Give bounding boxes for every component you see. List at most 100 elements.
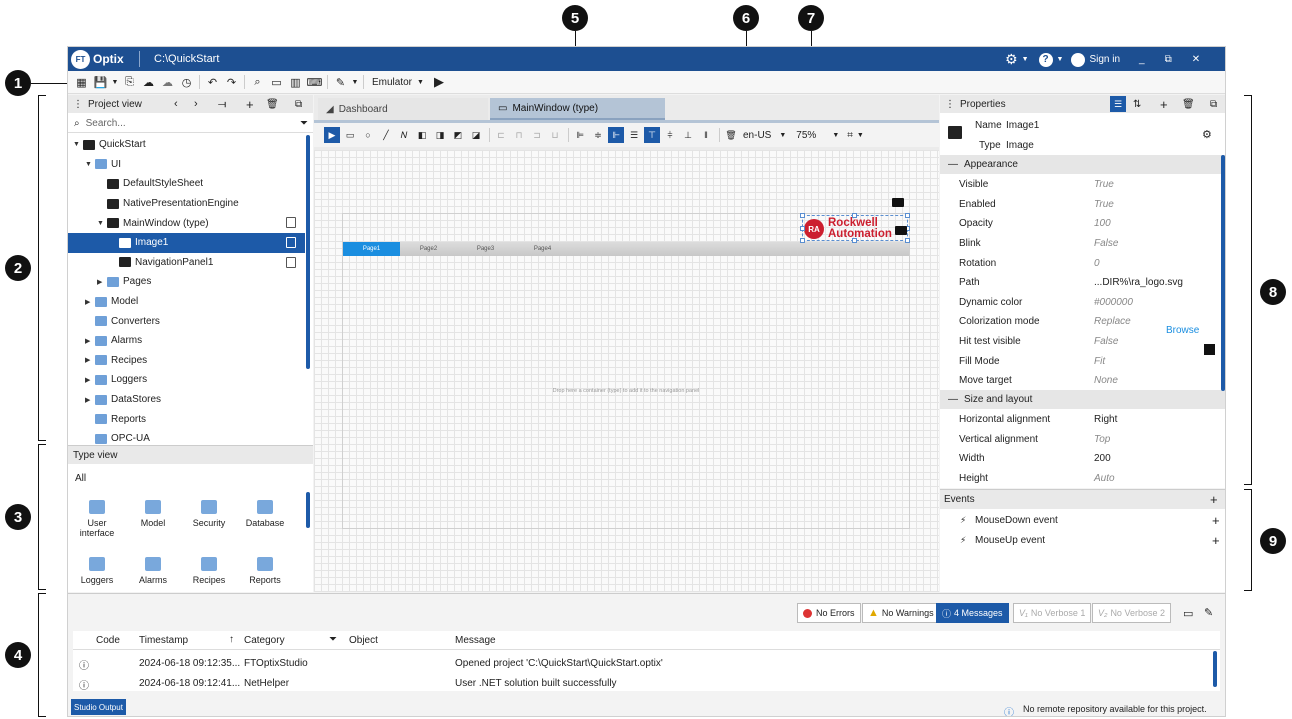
open-log-folder-icon[interactable]: ▭ xyxy=(1183,607,1193,620)
open-folder-icon[interactable]: ▭ xyxy=(267,73,286,92)
property-value[interactable]: Fit xyxy=(1094,356,1105,367)
type-item[interactable]: Loggers xyxy=(69,557,125,585)
type-item[interactable]: Recipes xyxy=(181,557,237,585)
type-item[interactable]: Security xyxy=(181,500,237,528)
col-category[interactable]: Category xyxy=(244,635,285,646)
property-value[interactable]: True xyxy=(1094,199,1114,210)
expand-right-icon[interactable]: ▶ xyxy=(85,337,95,345)
panel-menu-icon[interactable]: ⋮ xyxy=(73,99,83,110)
send-backward-icon[interactable]: ◨ xyxy=(432,127,448,143)
send-to-back-icon[interactable]: ◪ xyxy=(468,127,484,143)
tab-dashboard[interactable]: ◢ Dashboard xyxy=(318,98,488,120)
col-code[interactable]: Code xyxy=(96,635,120,646)
delete-icon[interactable]: 🗑 xyxy=(1182,99,1195,110)
tree-item[interactable]: DefaultStyleSheet xyxy=(68,174,305,194)
name-value[interactable]: Image1 xyxy=(1006,120,1039,131)
output-scrollbar[interactable] xyxy=(1213,651,1217,687)
add-event-handler-icon[interactable]: + xyxy=(1212,533,1220,548)
errors-filter-button[interactable]: No Errors xyxy=(797,603,861,623)
expand-right-icon[interactable]: ▶ xyxy=(85,376,95,384)
tree-item[interactable]: ▼ MainWindow (type) xyxy=(68,213,305,233)
expand-right-icon[interactable]: ▶ xyxy=(85,396,95,404)
align-right-icon[interactable]: ⊩ xyxy=(608,127,624,143)
rectangle-tool-icon[interactable]: ▭ xyxy=(342,127,358,143)
design-canvas[interactable]: Page1 Page2 Page3 Page4 Drop here a contain… xyxy=(314,150,939,592)
zoom-chevron-down-icon[interactable]: ▼ xyxy=(832,132,839,139)
event-row[interactable]: ⚡ MouseUp event + xyxy=(940,531,1225,550)
project-search-box[interactable]: ⌕ Search... ⏷ xyxy=(68,115,313,133)
output-row[interactable]: ⓘ 2024-06-18 09:12:35... FTOptixStudio Open… xyxy=(73,654,1208,673)
property-row[interactable]: Move target None xyxy=(940,371,1220,391)
cloud-download-icon[interactable]: ☁ xyxy=(158,73,177,92)
copy-icon[interactable]: ⧉ xyxy=(1210,99,1217,110)
locale-dropdown[interactable]: en-US xyxy=(743,130,771,141)
save-icon[interactable]: 💾 xyxy=(91,73,110,92)
script-icon[interactable]: ⌨ xyxy=(305,73,324,92)
zoom-dropdown[interactable]: 75% xyxy=(796,130,816,141)
column-filter-icon[interactable]: ⏷ xyxy=(329,634,337,645)
property-value[interactable]: Top xyxy=(1094,434,1110,445)
align-bottom-icon[interactable]: ⊥ xyxy=(680,127,696,143)
list-view-icon[interactable]: ☰ xyxy=(1110,96,1126,112)
align-right-edges-icon[interactable]: ⊐ xyxy=(529,127,545,143)
output-row[interactable]: ⓘ 2024-06-18 09:12:41... NetHelper User .NE… xyxy=(73,674,1208,693)
sort-up-arrow-icon[interactable]: ↑ xyxy=(229,634,234,645)
copy-icon[interactable]: ⧉ xyxy=(295,99,302,110)
add-event-handler-icon[interactable]: + xyxy=(1212,513,1220,528)
property-value[interactable]: #000000 xyxy=(1094,297,1133,308)
emulator-chevron-down-icon[interactable]: ▼ xyxy=(417,79,424,86)
back-arrow-icon[interactable]: ‹ xyxy=(174,98,178,110)
tab-mainwindow[interactable]: ▭ MainWindow (type) xyxy=(490,98,665,120)
save-chevron-down-icon[interactable]: ▼ xyxy=(110,73,120,92)
filter-icon[interactable]: ⏷ xyxy=(300,118,308,129)
grid-snap-icon[interactable]: ⌗ xyxy=(847,130,853,141)
tree-item[interactable]: ▼ QuickStart xyxy=(68,135,305,155)
add-icon[interactable]: + xyxy=(1160,97,1168,112)
event-row[interactable]: ⚡ MouseDown event + xyxy=(940,511,1225,530)
help-icon[interactable]: ? xyxy=(1038,52,1053,67)
ellipse-tool-icon[interactable]: ○ xyxy=(360,127,376,143)
property-row[interactable]: Fill Mode Fit xyxy=(940,351,1220,371)
emulator-dropdown[interactable]: Emulator xyxy=(372,77,412,88)
sign-in-button[interactable]: Sign in xyxy=(1089,54,1120,65)
expand-down-icon[interactable]: ▼ xyxy=(97,220,107,227)
minimize-button[interactable]: _ xyxy=(1139,54,1145,65)
align-left-edges-icon[interactable]: ⊏ xyxy=(493,127,509,143)
property-row[interactable]: Dynamic color #000000 xyxy=(940,293,1220,313)
property-value[interactable]: Auto xyxy=(1094,473,1115,484)
export-icon[interactable]: ⎘ xyxy=(120,73,139,92)
search-icon[interactable]: ⌕ xyxy=(248,73,267,92)
tree-item[interactable]: NativePresentationEngine xyxy=(68,194,305,214)
property-value[interactable]: ...DIR%\ra_logo.svg xyxy=(1094,277,1183,288)
settings-gear-icon[interactable]: ⚙ xyxy=(1005,51,1018,68)
polyline-tool-icon[interactable]: 𝑁 xyxy=(396,127,412,143)
deploy-icon[interactable]: ✎ xyxy=(331,73,350,92)
undo-icon[interactable]: ↶ xyxy=(203,73,222,92)
property-value[interactable]: False xyxy=(1094,336,1118,347)
property-value[interactable]: 100 xyxy=(1094,218,1111,229)
project-tree-scrollbar[interactable] xyxy=(306,135,310,369)
node-settings-icon[interactable]: ⚙ xyxy=(1202,128,1212,141)
messages-filter-button[interactable]: ⓘ 4 Messages xyxy=(936,603,1009,623)
type-item[interactable]: Reports xyxy=(237,557,293,585)
tree-item[interactable]: OPC-UA xyxy=(68,429,305,445)
library-icon[interactable]: ▥ xyxy=(286,73,305,92)
color-swatch[interactable] xyxy=(1204,344,1215,355)
align-middle-icon[interactable]: ⫩ xyxy=(662,127,678,143)
expand-right-icon[interactable]: ▶ xyxy=(85,298,95,306)
collapse-all-icon[interactable]: ⟞ xyxy=(218,99,226,110)
type-view-filter[interactable]: All xyxy=(75,473,86,484)
appearance-section[interactable]: — Appearance xyxy=(940,155,1225,174)
mainwindow-frame[interactable] xyxy=(342,213,910,529)
expand-right-icon[interactable]: ▶ xyxy=(97,278,107,286)
align-center-icon[interactable]: ≑ xyxy=(590,127,606,143)
studio-output-tab[interactable]: Studio Output xyxy=(71,699,126,715)
clear-output-icon[interactable]: ✎ xyxy=(1204,606,1213,619)
tree-item[interactable]: Converters xyxy=(68,311,305,331)
tree-item[interactable]: Image1 xyxy=(68,233,305,253)
delete-icon[interactable]: 🗑 xyxy=(266,99,279,110)
stretch-horizontal-icon[interactable]: ☰ xyxy=(626,127,642,143)
property-row[interactable]: Vertical alignment Top xyxy=(940,430,1220,450)
close-button[interactable]: ✕ xyxy=(1192,54,1200,65)
grid-chevron-down-icon[interactable]: ▼ xyxy=(857,132,864,139)
